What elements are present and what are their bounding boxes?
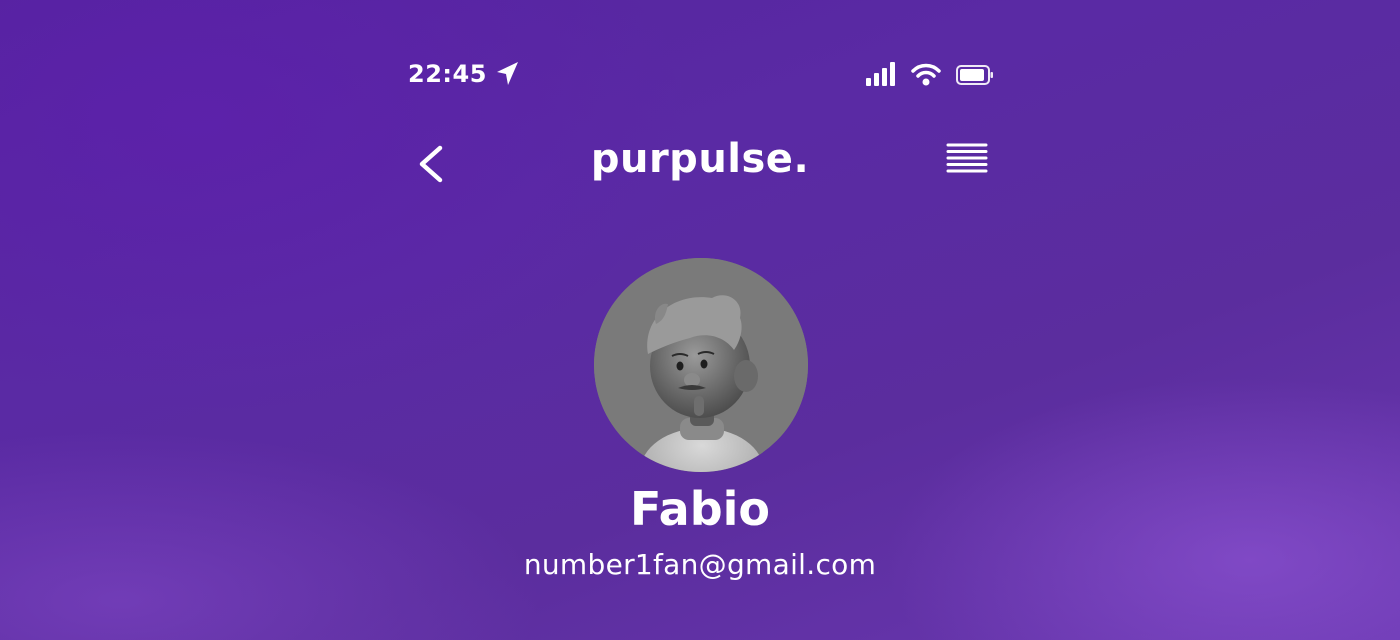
location-arrow-icon <box>497 62 518 85</box>
hamburger-menu-icon <box>946 143 988 173</box>
user-name: Fabio <box>629 482 771 536</box>
avatar <box>594 258 808 472</box>
battery-icon <box>956 65 993 85</box>
cellular-signal-icon <box>866 62 895 86</box>
chevron-left-icon <box>419 145 443 183</box>
back-button[interactable] <box>412 142 452 186</box>
app-logo: purpulse. <box>590 136 810 182</box>
user-email: number1fan@gmail.com <box>523 548 877 581</box>
status-time: 22:45 <box>408 60 487 88</box>
menu-button[interactable] <box>944 140 990 176</box>
avatar-character-image <box>594 258 808 472</box>
wifi-icon <box>911 63 941 86</box>
